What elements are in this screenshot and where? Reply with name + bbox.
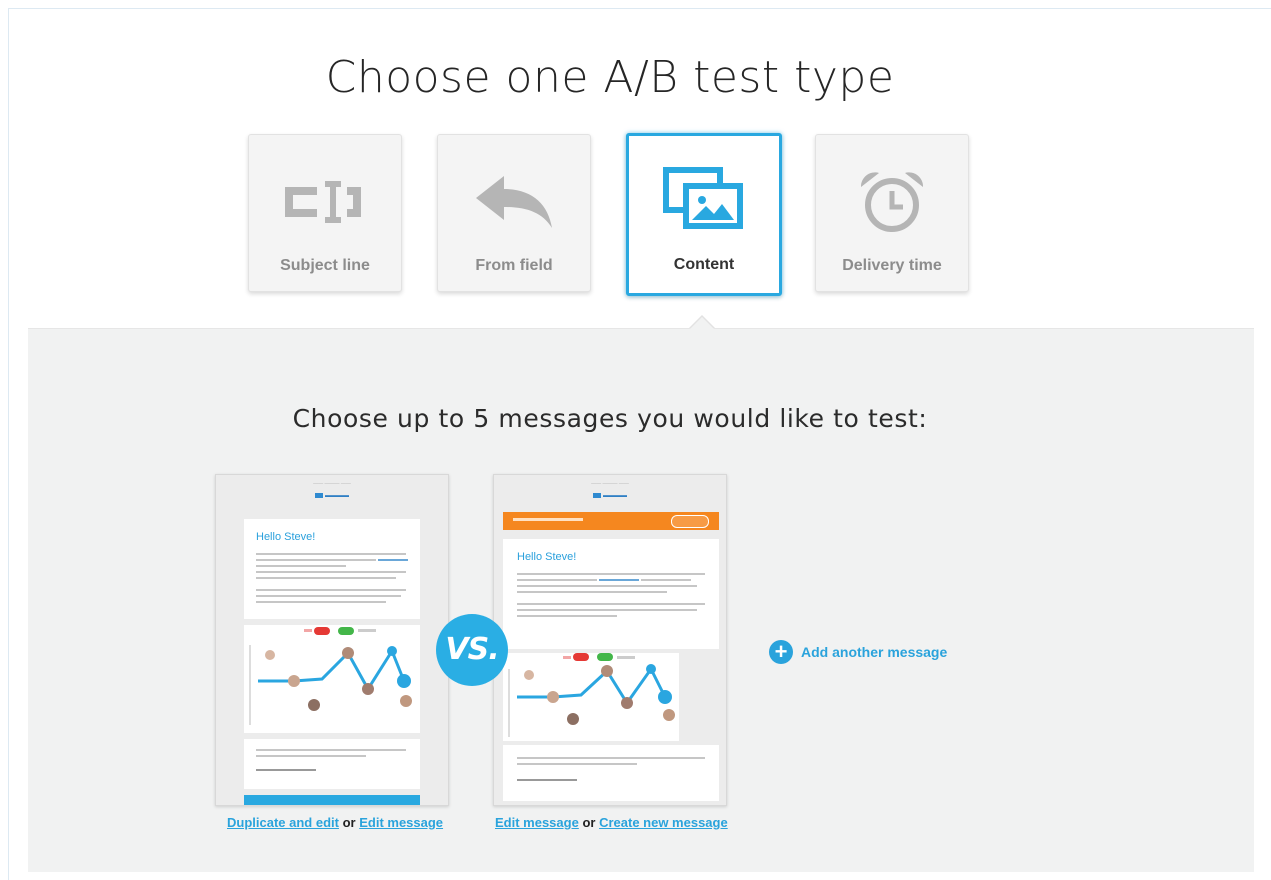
duplicate-and-edit-link[interactable]: Duplicate and edit — [227, 815, 339, 830]
test-type-delivery-time[interactable]: Delivery time — [815, 134, 969, 292]
message-preview-1[interactable]: —— ——— —— ▬▬▬▬ Hello Steve! — [215, 474, 449, 806]
page-title: Choose one A/B test type — [325, 52, 895, 103]
plus-circle-icon: + — [769, 640, 793, 664]
preview-body: Hello Steve! — [503, 539, 719, 649]
reply-arrow-icon — [438, 157, 590, 247]
preview-footer-text — [244, 739, 420, 789]
preview-chart — [244, 625, 420, 733]
test-type-label: Subject line — [280, 257, 370, 274]
create-new-message-link[interactable]: Create new message — [599, 815, 728, 830]
preview-brand: ▬▬▬▬ — [494, 493, 726, 499]
section-subtitle: Choose up to 5 messages you would like t… — [292, 404, 928, 433]
message-2-actions: Edit message or Create new message — [495, 815, 728, 830]
test-type-from-field[interactable]: From field — [437, 134, 591, 292]
or-separator: or — [582, 815, 596, 830]
preview-body: Hello Steve! — [244, 519, 420, 619]
or-separator: or — [342, 815, 356, 830]
test-type-label: Content — [673, 256, 735, 273]
frame-left-border — [8, 8, 9, 880]
test-type-content[interactable]: Content — [626, 133, 782, 296]
add-message-label: Add another message — [801, 644, 948, 660]
message-1-actions: Duplicate and edit or Edit message — [227, 815, 443, 830]
test-type-label: Delivery time — [842, 257, 942, 274]
vs-badge: VS. — [436, 614, 508, 686]
preview-greeting: Hello Steve! — [256, 531, 316, 543]
test-type-subject-line[interactable]: Subject line — [248, 134, 402, 292]
edit-message-link[interactable]: Edit message — [359, 815, 443, 830]
preview-header: —— ——— —— — [591, 481, 629, 487]
preview-footer-bar — [244, 795, 420, 805]
frame-top-border — [8, 8, 1271, 9]
add-another-message-button[interactable]: + Add another message — [769, 640, 947, 664]
test-type-label: From field — [475, 257, 553, 274]
text-cursor-icon — [249, 157, 401, 247]
selection-pointer — [690, 317, 714, 329]
alarm-clock-icon — [816, 157, 968, 247]
preview-promo-bar — [503, 512, 719, 530]
preview-brand: ▬▬▬▬ — [216, 493, 448, 499]
preview-chart — [503, 653, 679, 741]
message-preview-2[interactable]: —— ——— —— ▬▬▬▬ Hello Steve! — [493, 474, 727, 806]
images-icon — [629, 154, 779, 244]
preview-greeting: Hello Steve! — [517, 551, 577, 563]
preview-footer-text — [503, 745, 719, 801]
preview-header: —— ——— —— — [313, 481, 351, 487]
edit-message-link[interactable]: Edit message — [495, 815, 579, 830]
test-type-selector: Subject line From field Content Delivery… — [248, 133, 972, 296]
